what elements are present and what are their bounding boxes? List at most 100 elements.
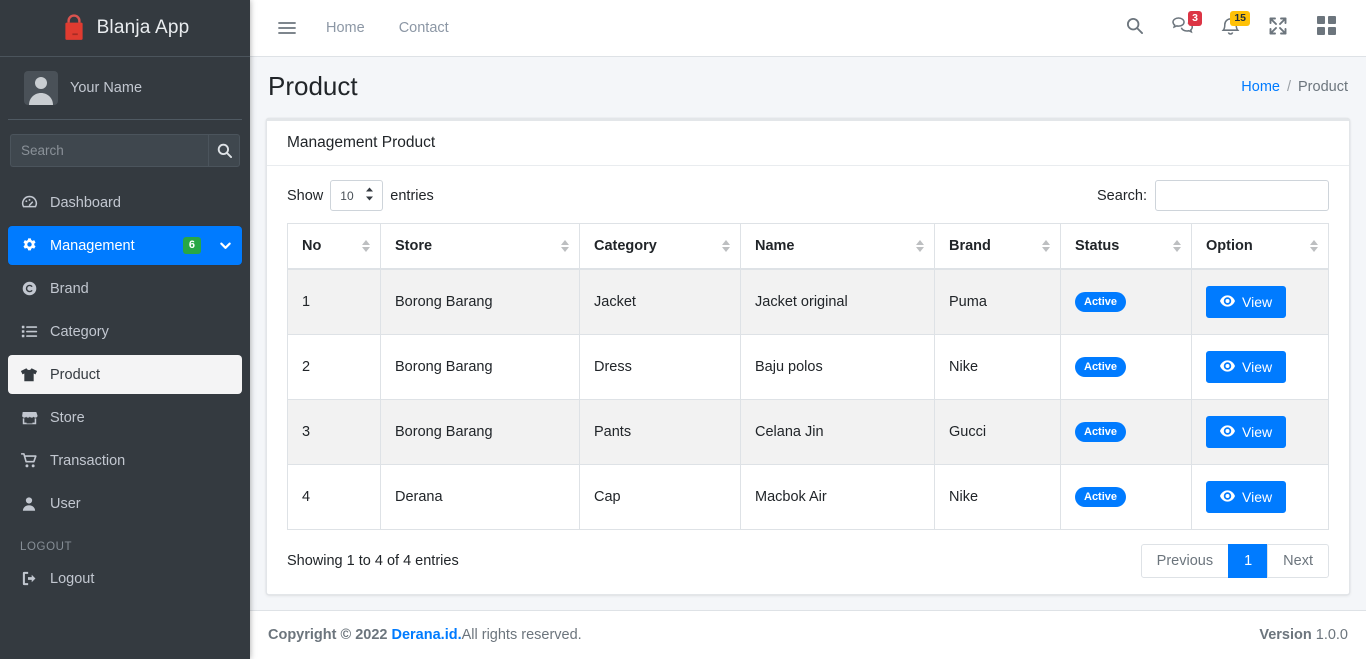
table-row[interactable]: 2 Borong Barang Dress Baju polos Nike Ac…: [287, 334, 1329, 400]
cell-name: Baju polos: [740, 334, 935, 400]
column-label: Option: [1206, 238, 1253, 254]
table-search-input[interactable]: [1155, 180, 1329, 211]
entries-info: Showing 1 to 4 of 4 entries: [287, 553, 459, 569]
sidebar-item-dashboard[interactable]: Dashboard: [8, 183, 242, 222]
sidebar-item-product[interactable]: Product: [8, 355, 242, 394]
shopping-cart-icon: [18, 452, 40, 469]
status-badge: Active: [1075, 356, 1127, 378]
cell-option: View: [1191, 464, 1329, 530]
breadcrumb-home[interactable]: Home: [1241, 79, 1280, 95]
pagination-page-1[interactable]: 1: [1228, 544, 1269, 578]
status-badge: Active: [1075, 291, 1127, 313]
status-badge: Active: [1075, 421, 1127, 443]
column-header-no[interactable]: No: [287, 223, 381, 270]
column-label: Brand: [949, 238, 991, 254]
version-info: Version 1.0.0: [1259, 627, 1348, 643]
chevron-down-icon[interactable]: [219, 239, 232, 252]
navbar-messages-button[interactable]: 3: [1160, 9, 1204, 47]
cell-brand: Gucci: [934, 399, 1061, 465]
datatable-footer: Showing 1 to 4 of 4 entries Previous 1 N…: [287, 544, 1329, 578]
navbar-left: Home Contact: [268, 9, 463, 47]
pagination: Previous 1 Next: [1140, 544, 1329, 578]
table-row[interactable]: 4 Derana Cap Macbok Air Nike Active View: [287, 464, 1329, 530]
store-icon: [18, 409, 40, 426]
cell-brand: Nike: [934, 334, 1061, 400]
product-table: No Store Category Name Brand Status Opti…: [287, 223, 1329, 530]
eye-icon: [1220, 489, 1235, 505]
search-button[interactable]: [208, 134, 240, 167]
search-input[interactable]: [10, 134, 208, 167]
view-button[interactable]: View: [1206, 351, 1287, 383]
column-header-category[interactable]: Category: [579, 223, 741, 270]
brand-title: Blanja App: [96, 17, 190, 38]
cell-status: Active: [1060, 334, 1192, 400]
column-header-status[interactable]: Status: [1060, 223, 1192, 270]
entries-length-control: Show 10 entries: [287, 180, 434, 211]
sidebar-item-user[interactable]: User: [8, 484, 242, 523]
eye-icon: [1220, 359, 1235, 375]
sidebar-item-label: Category: [50, 323, 109, 340]
copyright-prefix: Copyright © 2022: [268, 627, 392, 643]
column-header-option[interactable]: Option: [1191, 223, 1329, 270]
copyright-icon: [18, 280, 40, 297]
gear-icon: [18, 237, 40, 254]
entries-select[interactable]: 10: [330, 180, 384, 211]
column-label: Name: [755, 238, 795, 254]
table-row[interactable]: 1 Borong Barang Jacket Jacket original P…: [287, 268, 1329, 335]
pagination-next[interactable]: Next: [1267, 544, 1329, 578]
sign-out-icon: [18, 570, 40, 587]
hamburger-menu-icon[interactable]: [268, 9, 306, 47]
datatable-filter: Search:: [1097, 180, 1329, 211]
sidebar-item-logout[interactable]: Logout: [8, 559, 242, 598]
sidebar: Blanja App Your Name Search Dashboard Ma…: [0, 0, 250, 659]
cell-category: Dress: [579, 334, 741, 400]
view-button-label: View: [1242, 294, 1273, 310]
entries-label: entries: [390, 187, 434, 204]
column-header-name[interactable]: Name: [740, 223, 935, 270]
sidebar-item-store[interactable]: Store: [8, 398, 242, 437]
column-label: Category: [594, 238, 657, 254]
navbar-notifications-button[interactable]: 15: [1208, 9, 1252, 47]
card-body: Show 10 entries Search: No Store Categor…: [267, 166, 1349, 594]
table-row[interactable]: 3 Borong Barang Pants Celana Jin Gucci A…: [287, 399, 1329, 465]
cell-option: View: [1191, 399, 1329, 465]
navbar-fullscreen-button[interactable]: [1256, 9, 1300, 47]
view-button[interactable]: View: [1206, 286, 1287, 318]
sort-indicator-icon: [1173, 240, 1181, 252]
column-header-store[interactable]: Store: [380, 223, 580, 270]
column-label: Status: [1075, 238, 1120, 254]
sidebar-item-label: Management: [50, 237, 135, 254]
navbar-controlsidebar-button[interactable]: [1304, 9, 1348, 47]
entries-select-wrapper: 10: [330, 180, 384, 211]
sidebar-item-label: Transaction: [50, 452, 126, 469]
avatar: [24, 71, 58, 105]
cell-option: View: [1191, 334, 1329, 400]
cell-category: Jacket: [579, 268, 741, 335]
footer-brand-link[interactable]: Derana.id.: [392, 627, 462, 643]
navbar-search-icon-button[interactable]: [1112, 9, 1156, 47]
version-value: 1.0.0: [1315, 627, 1348, 643]
navbar-link-contact[interactable]: Contact: [385, 12, 463, 44]
messages-badge: 3: [1188, 11, 1202, 27]
list-icon: [18, 323, 40, 340]
sidebar-item-transaction[interactable]: Transaction: [8, 441, 242, 480]
sort-indicator-icon: [362, 240, 370, 252]
user-panel[interactable]: Your Name: [8, 57, 242, 120]
navbar-link-home[interactable]: Home: [312, 12, 379, 44]
sidebar-item-brand[interactable]: Brand: [8, 269, 242, 308]
search-icon: [1126, 17, 1143, 39]
sidebar-item-management[interactable]: Management 6: [8, 226, 242, 265]
view-button[interactable]: View: [1206, 481, 1287, 513]
sidebar-item-category[interactable]: Category: [8, 312, 242, 351]
cell-no: 1: [287, 268, 381, 335]
brand-header[interactable]: Blanja App: [0, 0, 250, 57]
status-badge: Active: [1075, 486, 1127, 508]
view-button[interactable]: View: [1206, 416, 1287, 448]
pagination-previous[interactable]: Previous: [1140, 544, 1230, 578]
column-header-brand[interactable]: Brand: [934, 223, 1061, 270]
sidebar-item-label: Product: [50, 366, 100, 383]
column-label: No: [302, 238, 322, 254]
tshirt-icon: [18, 366, 40, 384]
cell-no: 3: [287, 399, 381, 465]
cell-store: Borong Barang: [380, 268, 580, 335]
